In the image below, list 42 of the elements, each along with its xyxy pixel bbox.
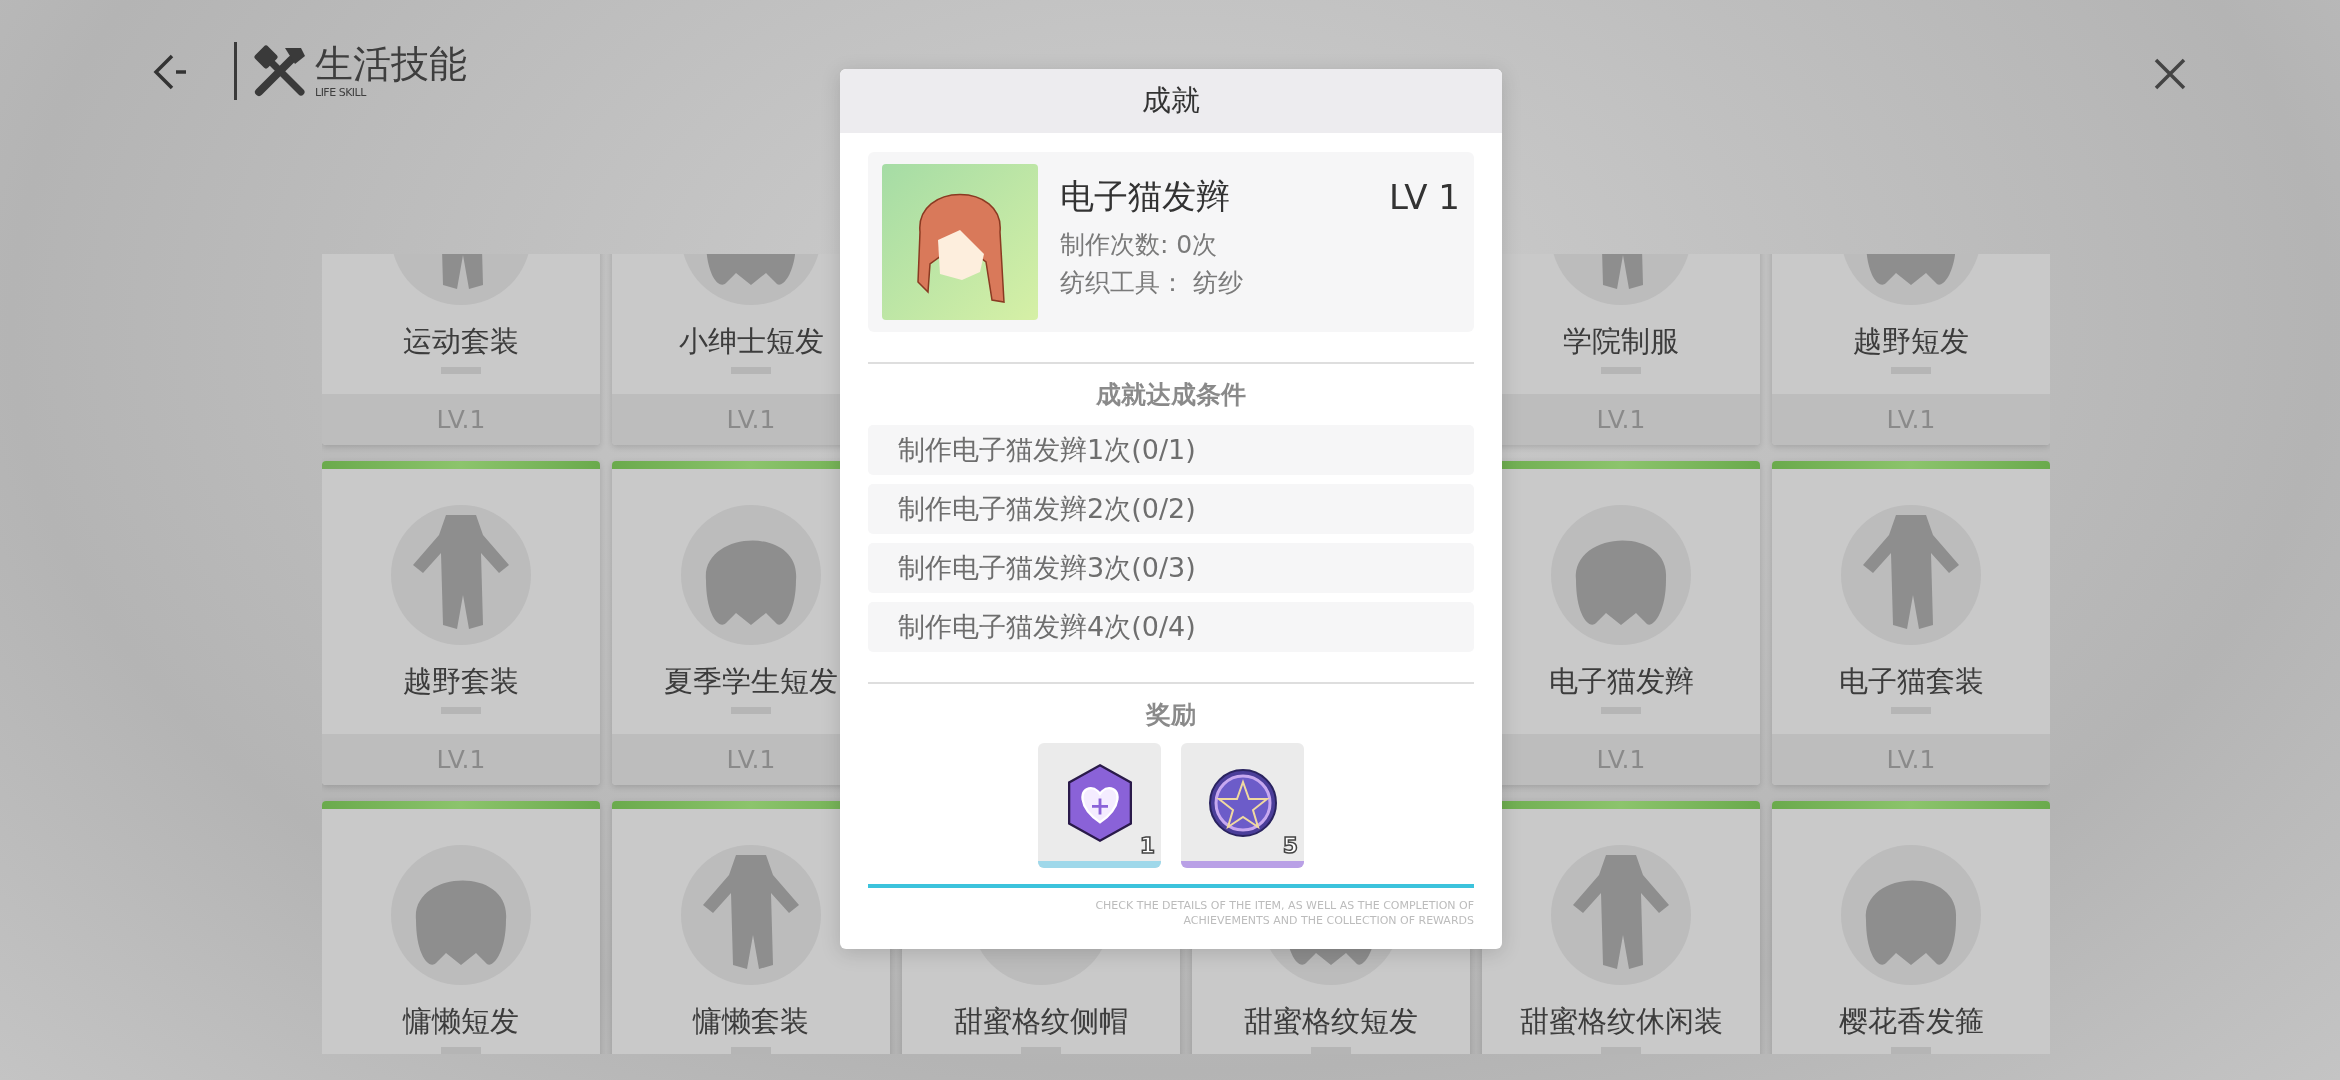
condition-row: 制作电子猫发辫2次(0/2) [868, 484, 1474, 534]
item-silhouette-icon [1841, 845, 1981, 985]
item-silhouette-icon [681, 505, 821, 645]
reward-count: 1 [1139, 833, 1155, 858]
item-level: LV 1 [1389, 177, 1460, 217]
item-name: 慵懒套装 [693, 1003, 809, 1039]
item-name: 甜蜜格纹侧帽 [954, 1003, 1128, 1039]
item-name: 小绅士短发 [678, 323, 824, 359]
reward-tile[interactable]: 1 [1038, 743, 1161, 868]
footer-note: CHECK THE DETAILS OF THE ITEM, AS WELL AS THE COMPLETION OF ACHIEVEMENTS AND THE COLLECTION OF REWARDS [1094, 898, 1474, 928]
item-silhouette-icon [391, 505, 531, 645]
item-name: 慵懒短发 [403, 1003, 519, 1039]
reward-count: 5 [1282, 833, 1298, 858]
item-name: 电子猫发辫 [1548, 663, 1694, 699]
item-name: 电子猫套装 [1838, 663, 1984, 699]
item-name: 越野短发 [1853, 323, 1969, 359]
item-silhouette-icon [1551, 845, 1691, 985]
item-silhouette-icon [681, 845, 821, 985]
item-name: 运动套装 [403, 323, 519, 359]
item-name: 学院制服 [1563, 323, 1679, 359]
page-title: 生活技能 [315, 42, 467, 86]
item-name: 甜蜜格纹短发 [1244, 1003, 1418, 1039]
dialog-title: 成就 [840, 69, 1502, 133]
item-name: 越野套装 [403, 663, 519, 699]
condition-row: 制作电子猫发辫3次(0/3) [868, 543, 1474, 593]
condition-row: 制作电子猫发辫1次(0/1) [868, 425, 1474, 475]
item-detail: 纺织工具： 纺纱 [1060, 267, 1244, 299]
rewards-heading: 奖励 [1144, 699, 1197, 731]
item-detail: 制作次数: 0次 [1060, 229, 1219, 261]
item-card[interactable]: 慵懒短发 [322, 801, 600, 1054]
condition-row: 制作电子猫发辫4次(0/4) [868, 602, 1474, 652]
item-name: 甜蜜格纹休闲装 [1519, 1003, 1723, 1039]
item-name: 樱花香发箍 [1838, 1003, 1984, 1039]
item-name: 夏季学生短发 [664, 663, 838, 699]
page-subtitle: LIFE SKILL [315, 86, 368, 99]
item-title: 电子猫发辫 [1060, 175, 1230, 218]
item-card[interactable]: 樱花香发箍 [1772, 801, 2050, 1054]
item-silhouette-icon [1551, 505, 1691, 645]
item-silhouette-icon [1841, 505, 1981, 645]
item-silhouette-icon [391, 845, 531, 985]
item-card[interactable]: 甜蜜格纹休闲装 [1482, 801, 1760, 1054]
conditions-heading: 成就达成条件 [1095, 379, 1247, 411]
